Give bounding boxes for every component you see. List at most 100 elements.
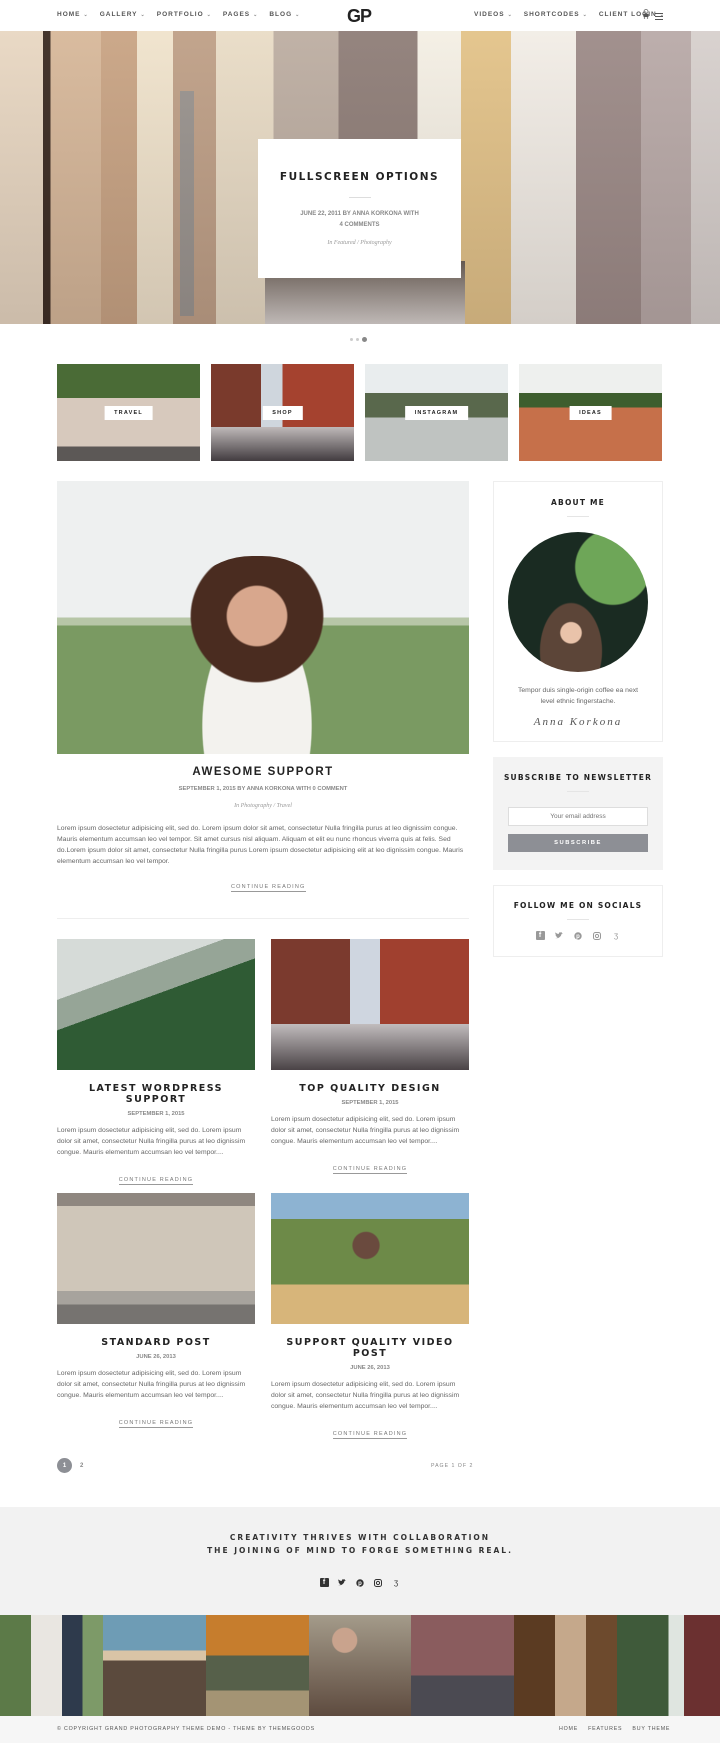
chevron-down-icon: ⌄ [253,11,259,18]
post-title[interactable]: STANDARD POST [57,1337,255,1348]
site-logo[interactable]: GP [347,6,372,27]
twitter-icon[interactable] [338,1578,347,1587]
menu-icon[interactable] [655,13,663,20]
widget-title: FOLLOW ME ON SOCIALS [513,901,643,910]
twitter-icon[interactable] [555,931,564,940]
cart-icon[interactable] [642,9,650,19]
instagram-photo[interactable] [0,1615,103,1716]
hero-categories[interactable]: In Featured / Photography [258,240,461,246]
500px-icon[interactable]: ʒ [612,931,621,940]
facebook-icon[interactable]: f [319,1578,329,1587]
category-tile-travel[interactable]: TRAVEL [57,364,200,461]
widget-title: SUBSCRIBE TO NEWSLETTER [503,773,653,782]
post-card: LATEST WORDPRESS SUPPORT SEPTEMBER 1, 20… [57,939,255,1186]
nav-item-portfolio[interactable]: PORTFOLIO ⌄ [157,11,212,18]
nav-item-shortcodes[interactable]: SHORTCODES ⌄ [524,11,588,18]
slider-dots [350,337,367,342]
post-title[interactable]: TOP QUALITY DESIGN [271,1083,469,1094]
page-2-button[interactable]: 2 [80,1458,83,1473]
hero-slider: FULLSCREEN OPTIONS JUNE 22, 2011 BY ANNA… [0,31,720,324]
category-tile-instagram[interactable]: INSTAGRAM [365,364,508,461]
featured-post-categories[interactable]: In Photography / Travel [57,803,469,809]
post-date: SEPTEMBER 1, 2015 [341,1100,399,1106]
footer-link-buy-theme[interactable]: BUY THEME [632,1726,670,1732]
nav-item-blog[interactable]: BLOG ⌄ [269,11,300,18]
slider-dot-active[interactable] [362,337,367,342]
footer-link-features[interactable]: FEATURES [588,1726,622,1732]
footer-link-home[interactable]: HOME [559,1726,578,1732]
nav-label: SHORTCODES [523,11,580,18]
chevron-down-icon: ⌄ [507,11,513,18]
email-input[interactable] [508,807,648,826]
hero-title[interactable]: FULLSCREEN OPTIONS [258,171,461,183]
page-1-button[interactable]: 1 [57,1458,72,1473]
hero-comments-link[interactable]: 4 COMMENTS [258,220,461,231]
post-date: SEPTEMBER 1, 2015 [127,1111,185,1117]
instagram-icon[interactable] [374,1578,383,1587]
featured-post-title[interactable]: AWESOME SUPPORT [57,766,469,778]
instagram-photo[interactable] [617,1615,720,1716]
chevron-down-icon: ⌄ [83,11,89,18]
tile-label: IDEAS [569,406,612,420]
divider [348,197,371,198]
featured-image-subject [172,556,342,754]
chevron-down-icon: ⌄ [295,11,301,18]
facebook-icon[interactable]: f [535,931,545,940]
continue-reading-link[interactable]: CONTINUE READING [332,1431,408,1439]
instagram-photo[interactable] [102,1615,206,1716]
nav-label: GALLERY [99,11,138,18]
category-tile-ideas[interactable]: IDEAS [519,364,662,461]
post-excerpt: Lorem ipsum dosectetur adipisicing elit,… [271,1381,460,1410]
post-thumbnail[interactable] [57,939,255,1070]
page-summary: PAGE 1 OF 2 [431,1463,474,1469]
newsletter-widget: SUBSCRIBE TO NEWSLETTER SUBSCRIBE [493,757,663,870]
category-tile-shop[interactable]: SHOP [211,364,354,461]
slider-dot[interactable] [350,338,353,341]
tile-label: INSTAGRAM [404,406,469,420]
subscribe-button[interactable]: SUBSCRIBE [508,834,648,852]
instagram-strip [0,1615,720,1716]
author-bio: Tempor duis single-origin coffee ea next… [517,687,639,705]
post-thumbnail[interactable] [271,939,469,1070]
continue-reading-link[interactable]: CONTINUE READING [332,1166,408,1174]
post-title[interactable]: LATEST WORDPRESS SUPPORT [57,1083,255,1105]
footer-nav: HOME FEATURES BUY THEME [559,1726,670,1732]
instagram-photo[interactable] [411,1615,515,1716]
instagram-photo[interactable] [308,1615,412,1716]
copyright-text: © COPYRIGHT GRAND PHOTOGRAPHY THEME DEMO… [57,1726,315,1732]
svg-text:p: p [576,934,580,940]
pinterest-icon[interactable]: p [574,931,583,940]
hero-meta: JUNE 22, 2011 BY ANNA KORKONA WITH 4 COM… [258,209,461,231]
site-header: HOME ⌄ GALLERY ⌄ PORTFOLIO ⌄ PAGES ⌄ BLOG ⌄ G… [0,0,720,31]
quote-line: CREATIVITY THRIVES WITH COLLABORATION [229,1533,491,1542]
nav-item-videos[interactable]: VIDEOS ⌄ [474,11,513,18]
instagram-icon[interactable] [593,931,602,940]
chevron-down-icon: ⌄ [140,11,146,18]
chevron-down-icon: ⌄ [582,11,588,18]
post-thumbnail[interactable] [57,1193,255,1324]
continue-reading-link[interactable]: CONTINUE READING [231,884,306,892]
nav-item-pages[interactable]: PAGES ⌄ [223,11,258,18]
featured-post-excerpt: Lorem ipsum dosectetur adipisicing elit,… [57,825,464,865]
featured-post-image[interactable] [57,481,469,754]
post-excerpt: Lorem ipsum dosectetur adipisicing elit,… [271,1116,460,1145]
post-card: TOP QUALITY DESIGN SEPTEMBER 1, 2015 Lor… [271,939,469,1175]
primary-nav-left: HOME ⌄ GALLERY ⌄ PORTFOLIO ⌄ PAGES ⌄ BLOG ⌄ [57,11,311,18]
continue-reading-link[interactable]: CONTINUE READING [118,1177,194,1185]
chevron-down-icon: ⌄ [206,11,212,18]
hero-card: FULLSCREEN OPTIONS JUNE 22, 2011 BY ANNA… [258,139,461,278]
500px-icon[interactable]: ʒ [392,1578,401,1587]
hero-meta-line: JUNE 22, 2011 BY ANNA KORKONA WITH [300,211,419,217]
featured-post-meta: SEPTEMBER 1, 2015 BY ANNA KORKONA WITH 0… [178,786,348,792]
instagram-photo[interactable] [205,1615,309,1716]
post-thumbnail[interactable] [271,1193,469,1324]
continue-reading-link[interactable]: CONTINUE READING [118,1420,194,1428]
slider-dot[interactable] [356,338,359,341]
instagram-photo[interactable] [514,1615,618,1716]
nav-item-home[interactable]: HOME ⌄ [57,11,89,18]
nav-item-gallery[interactable]: GALLERY ⌄ [100,11,146,18]
post-title[interactable]: SUPPORT QUALITY VIDEO POST [271,1337,469,1359]
quote-line: THE JOINING OF MIND TO FORGE SOMETHING R… [207,1546,513,1555]
divider [567,919,589,920]
pinterest-icon[interactable]: p [356,1578,365,1587]
